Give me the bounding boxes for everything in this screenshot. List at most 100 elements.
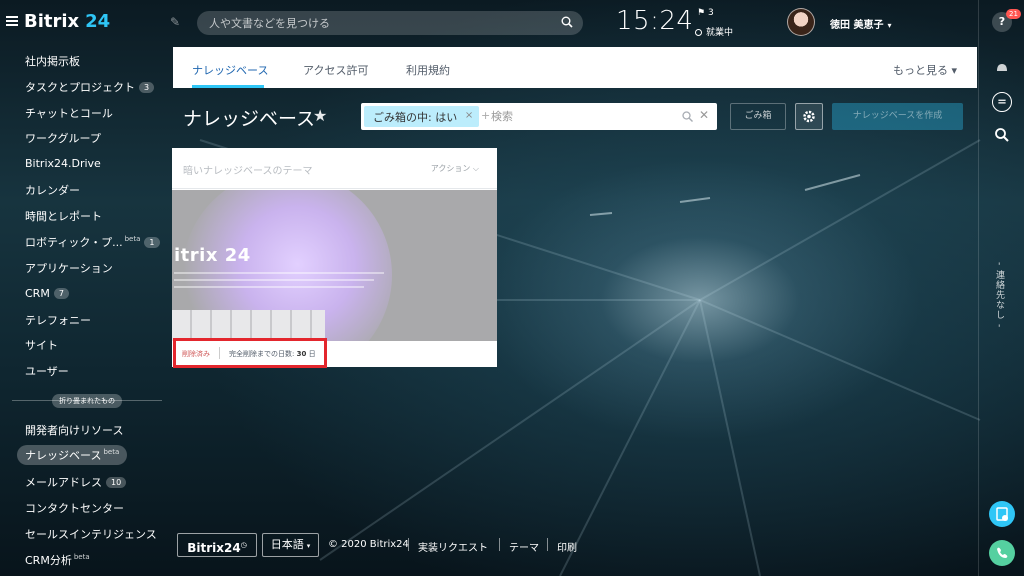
flag-count[interactable]: ⚑ 3 — [697, 8, 714, 18]
divider — [547, 538, 548, 551]
sidebar-item-crm[interactable]: CRM 7 — [25, 287, 69, 300]
card-action-menu[interactable]: アクション ⌵ — [431, 163, 479, 174]
sidebar-item-workgroups[interactable]: ワークグループ — [25, 130, 101, 146]
status-dot-icon — [695, 29, 702, 36]
bitrix-logo[interactable]: Bitrix 24 — [24, 11, 110, 32]
clock[interactable]: 15:24 — [616, 6, 693, 36]
more-label: もっと見る — [893, 64, 948, 77]
filter-tag[interactable]: ごみ箱の中: はい × — [364, 106, 480, 127]
sidebar-item-crm-analytics[interactable]: CRM分析 beta — [25, 552, 90, 568]
sidebar-item-label: 時間とレポート — [25, 210, 102, 223]
sidebar-item-chat[interactable]: チャットとコール — [25, 105, 113, 121]
tab-terms-of-use[interactable]: 利用規約 — [406, 62, 450, 78]
flag-count-value: 3 — [707, 8, 714, 18]
collapsed-section-toggle[interactable]: 折り畳まれたもの — [52, 394, 122, 408]
sidebar-item-label: 社内掲示板 — [25, 55, 80, 68]
global-search-input[interactable] — [209, 11, 549, 35]
knowledge-base-card[interactable]: 暗いナレッジベースのテーマ アクション ⌵ itrix 24 削除済み 完全削除… — [172, 148, 497, 367]
document-icon[interactable] — [989, 501, 1015, 527]
sidebar-item-developer[interactable]: 開発者向けリソース — [25, 422, 123, 438]
user-menu[interactable]: 徳田 美恵子 ▾ — [830, 16, 892, 31]
preview-building — [172, 310, 325, 341]
count-badge: 7 — [53, 288, 69, 299]
work-status[interactable]: 就業中 — [695, 25, 733, 38]
sidebar-item-label: セールスインテリジェンス — [25, 528, 157, 541]
sidebar-item-knowledge-base[interactable]: ナレッジベース beta — [17, 445, 128, 465]
more-menu[interactable]: もっと見る ▾ — [893, 62, 957, 78]
sidebar-item-applications[interactable]: アプリケーション — [25, 260, 113, 276]
sidebar-item-label: サイト — [25, 339, 58, 352]
tab-knowledge-base[interactable]: ナレッジベース — [192, 62, 268, 78]
sidebar-item-label: チャットとコール — [25, 107, 113, 120]
close-icon[interactable]: × — [465, 110, 473, 121]
filter-search-box[interactable]: ごみ箱の中: はい × + — [361, 103, 717, 130]
sidebar-item-label: ワークグループ — [25, 132, 101, 145]
chat-icon[interactable] — [992, 92, 1012, 112]
divider — [408, 538, 409, 551]
preview-text-lines — [174, 272, 389, 293]
beta-label: beta — [103, 448, 120, 457]
sidebar-item-label: テレフォニー — [25, 314, 91, 327]
sidebar-item-label: CRM — [25, 287, 50, 300]
beta-label: beta — [73, 553, 90, 562]
sidebar-item-tasks[interactable]: タスクとプロジェクト 3 — [25, 79, 155, 95]
settings-button[interactable] — [795, 103, 823, 130]
footer-link-theme[interactable]: テーマ — [509, 539, 539, 554]
chevron-down-icon: ⌵ — [472, 164, 479, 173]
create-knowledge-base-button[interactable]: ナレッジベースを作成 — [832, 103, 963, 130]
filter-tag-label: ごみ箱の中: はい — [373, 111, 458, 124]
sidebar-item-feed[interactable]: 社内掲示板 — [25, 53, 80, 69]
sidebar-item-sales-intelligence[interactable]: セールスインテリジェンス — [25, 526, 157, 542]
sidebar-item-label: タスクとプロジェクト — [25, 81, 135, 94]
phone-icon[interactable] — [989, 540, 1015, 566]
sidebar-item-label: CRM分析 — [25, 554, 72, 567]
footer-link-implementation-request[interactable]: 実装リクエスト — [418, 539, 488, 554]
card-title: 暗いナレッジベースのテーマ — [183, 166, 313, 177]
sidebar-item-telephony[interactable]: テレフォニー — [25, 312, 91, 328]
search-icon[interactable] — [992, 125, 1012, 145]
logo-number: 24 — [85, 11, 111, 32]
chevron-down-icon: ▾ — [306, 542, 311, 550]
footer-logo[interactable]: Bitrix24◷ — [177, 533, 257, 557]
card-action-label: アクション — [430, 164, 471, 173]
sidebar-item-calendar[interactable]: カレンダー — [25, 182, 80, 198]
chevron-down-icon: ▾ — [887, 21, 892, 30]
sidebar-item-rpa[interactable]: ロボティック・プ... beta 1 — [25, 234, 160, 250]
plus-icon[interactable]: + — [481, 109, 490, 122]
sidebar-item-users[interactable]: ユーザー — [25, 363, 69, 379]
search-icon[interactable] — [561, 16, 573, 28]
menu-icon[interactable] — [6, 16, 18, 26]
avatar[interactable] — [787, 8, 815, 36]
pencil-icon[interactable]: ✎ — [170, 15, 180, 29]
search-icon[interactable] — [682, 111, 693, 122]
tab-access-permissions[interactable]: アクセス許可 — [303, 62, 368, 78]
copyright: © 2020 Bitrix24 — [328, 539, 409, 550]
sidebar-item-contact-center[interactable]: コンタクトセンター — [25, 500, 124, 516]
sidebar-item-time[interactable]: 時間とレポート — [25, 208, 102, 224]
sidebar-item-label: ユーザー — [25, 365, 69, 378]
filter-search-input[interactable] — [491, 107, 661, 126]
close-icon[interactable]: ✕ — [699, 108, 709, 122]
active-tab-indicator — [192, 85, 264, 88]
language-select[interactable]: 日本語 ▾ — [262, 533, 319, 557]
tabs-panel: ナレッジベース アクセス許可 利用規約 — [173, 47, 977, 88]
right-rail: ? 21 - 連絡先なし - — [978, 0, 1024, 576]
sidebar-item-label: メールアドレス — [25, 476, 102, 489]
sidebar-item-label: 開発者向けリソース — [25, 424, 124, 437]
count-badge: 3 — [139, 82, 155, 93]
sidebar-item-label: Bitrix24.Drive — [25, 157, 101, 170]
card-preview-image[interactable]: itrix 24 — [172, 190, 497, 341]
star-icon[interactable]: ★ — [313, 106, 327, 125]
global-search[interactable] — [197, 11, 583, 35]
sidebar-item-mail[interactable]: メールアドレス 10 — [25, 474, 127, 490]
contacts-empty-label: - 連絡先なし - — [994, 262, 1004, 329]
sidebar-item-drive[interactable]: Bitrix24.Drive — [25, 157, 101, 170]
divider — [499, 538, 500, 551]
footer-link-print[interactable]: 印刷 — [557, 539, 577, 554]
sidebar-item-sites[interactable]: サイト — [25, 337, 58, 353]
chevron-down-icon: ▾ — [951, 64, 958, 77]
bell-icon[interactable] — [992, 58, 1012, 78]
help-badge: 21 — [1006, 9, 1021, 19]
trash-button[interactable]: ごみ箱 — [730, 103, 786, 130]
beta-label: beta — [124, 235, 141, 244]
